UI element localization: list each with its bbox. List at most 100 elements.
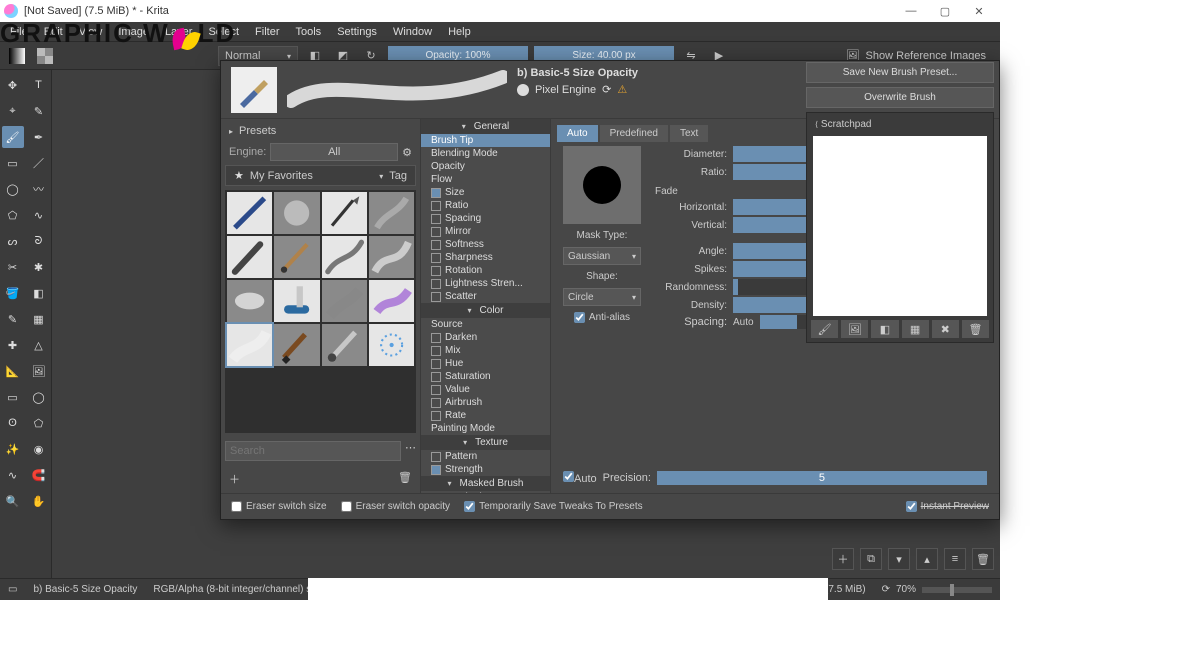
document-canvas[interactable] <box>308 578 828 642</box>
menu-select[interactable]: Select <box>200 24 247 40</box>
status-rotate-icon[interactable]: ⟳ <box>882 584 890 595</box>
tree-airbrush[interactable]: Airbrush <box>421 396 550 409</box>
overwrite-brush-button[interactable]: Overwrite Brush <box>806 87 994 108</box>
preset-item[interactable] <box>274 280 319 322</box>
rect-select-tool[interactable]: ▭ <box>2 386 24 408</box>
delete-preset-icon[interactable]: 🗑 <box>398 471 412 487</box>
engine-settings-icon[interactable]: ⚙ <box>402 146 412 159</box>
polygon-tool[interactable]: ⬠ <box>2 204 24 226</box>
contiguous-select-tool[interactable]: ✨ <box>2 438 24 460</box>
preset-item[interactable] <box>369 236 414 278</box>
move-up-icon[interactable]: ▴ <box>916 548 938 570</box>
reference-tool[interactable]: 🖼 <box>28 360 50 382</box>
preset-item[interactable] <box>322 324 367 366</box>
preset-item[interactable] <box>227 324 272 366</box>
tree-softness[interactable]: Softness <box>421 238 550 251</box>
tab-predefined[interactable]: Predefined <box>600 125 668 142</box>
window-close-button[interactable]: ✕ <box>962 1 996 21</box>
menu-file[interactable]: File <box>2 24 36 40</box>
tree-mix[interactable]: Mix <box>421 344 550 357</box>
menu-edit[interactable]: Edit <box>36 24 71 40</box>
delete-layer-icon[interactable]: 🗑 <box>972 548 994 570</box>
crop-tool[interactable]: ✂ <box>2 256 24 278</box>
tree-strength[interactable]: Strength <box>421 463 550 476</box>
zoom-slider[interactable] <box>922 587 992 593</box>
preset-item[interactable] <box>369 280 414 322</box>
preset-item[interactable] <box>274 236 319 278</box>
menu-help[interactable]: Help <box>440 24 479 40</box>
scratch-gradient-icon[interactable]: ◧ <box>871 320 898 338</box>
menu-window[interactable]: Window <box>385 24 440 40</box>
window-minimize-button[interactable]: — <box>894 1 928 21</box>
eraser-size-checkbox[interactable]: Eraser switch size <box>231 501 327 512</box>
tree-rotation[interactable]: Rotation <box>421 264 550 277</box>
preset-item[interactable] <box>274 192 319 234</box>
menu-layer[interactable]: Layer <box>157 24 201 40</box>
poly-select-tool[interactable]: ⬠ <box>28 412 50 434</box>
scratchpad-canvas[interactable] <box>813 136 987 316</box>
fill-tool[interactable]: 🪣 <box>2 282 24 304</box>
measure-tool[interactable]: 📐 <box>2 360 24 382</box>
status-selection-icon[interactable]: ▭ <box>8 584 17 595</box>
freehand-brush-tool[interactable]: 🖌 <box>2 126 24 148</box>
freehand-path-tool[interactable]: ᔕ <box>2 230 24 252</box>
edit-shapes-tool[interactable]: ✎ <box>28 100 50 122</box>
preset-item[interactable] <box>227 192 272 234</box>
gradient-swatch-icon[interactable] <box>6 45 28 67</box>
window-maximize-button[interactable]: ▢ <box>928 1 962 21</box>
tree-lightness[interactable]: Lightness Stren... <box>421 277 550 290</box>
bezier-tool[interactable]: ∿ <box>28 204 50 226</box>
tree-rate[interactable]: Rate <box>421 409 550 422</box>
preset-item[interactable] <box>322 192 367 234</box>
tree-size[interactable]: Size <box>421 186 550 199</box>
tree-brush-tip[interactable]: Brush Tip <box>421 134 550 147</box>
tree-value[interactable]: Value <box>421 383 550 396</box>
engine-filter-dropdown[interactable]: All <box>270 143 398 161</box>
tree-sharpness[interactable]: Sharpness <box>421 251 550 264</box>
menu-filter[interactable]: Filter <box>247 24 287 40</box>
freehand-select-tool[interactable]: ʘ <box>2 412 24 434</box>
pattern-swatch-icon[interactable] <box>34 45 56 67</box>
polyline-tool[interactable]: 〰 <box>28 178 50 200</box>
tree-pattern[interactable]: Pattern <box>421 450 550 463</box>
menu-tools[interactable]: Tools <box>288 24 330 40</box>
text-tool[interactable]: T <box>28 74 50 96</box>
smart-patch-tool[interactable]: ✚ <box>2 334 24 356</box>
tab-auto[interactable]: Auto <box>557 125 598 142</box>
brush-preset-thumbnail[interactable] <box>231 67 277 113</box>
pattern-edit-tool[interactable]: ▦ <box>28 308 50 330</box>
dyna-tool[interactable]: ᘐ <box>28 230 50 252</box>
scratch-delete-icon[interactable]: 🗑 <box>962 320 989 338</box>
precision-row[interactable]: Auto Precision: 5 <box>557 469 993 487</box>
precision-auto-checkbox[interactable] <box>563 471 574 482</box>
transform-tool[interactable]: ⌖ <box>2 100 24 122</box>
temp-save-checkbox[interactable]: Temporarily Save Tweaks To Presets <box>464 501 643 512</box>
chevron-right-icon[interactable]: ▸ <box>229 127 233 136</box>
ellipse-tool[interactable]: ◯ <box>2 178 24 200</box>
color-sampler-tool[interactable]: ✎ <box>2 308 24 330</box>
move-down-icon[interactable]: ▾ <box>888 548 910 570</box>
shape-dropdown[interactable]: Circle <box>563 288 641 306</box>
tab-text[interactable]: Text <box>670 125 708 142</box>
tree-painting-mode[interactable]: Painting Mode <box>421 422 550 435</box>
tree-mirror[interactable]: Mirror <box>421 225 550 238</box>
similar-select-tool[interactable]: ◉ <box>28 438 50 460</box>
multibrush-tool[interactable]: ✱ <box>28 256 50 278</box>
tree-blending-mode[interactable]: Blending Mode <box>421 147 550 160</box>
preset-item[interactable] <box>227 280 272 322</box>
rectangle-tool[interactable]: ▭ <box>2 152 24 174</box>
eraser-opacity-checkbox[interactable]: Eraser switch opacity <box>341 501 450 512</box>
bezier-select-tool[interactable]: ∿ <box>2 464 24 486</box>
calligraphy-tool[interactable]: ✒ <box>28 126 50 148</box>
tree-source[interactable]: Source <box>421 318 550 331</box>
ellipse-select-tool[interactable]: ◯ <box>28 386 50 408</box>
new-preset-icon[interactable]: ＋ <box>229 471 240 487</box>
antialias-checkbox[interactable]: Anti-alias <box>574 312 630 323</box>
tree-darken[interactable]: Darken <box>421 331 550 344</box>
tree-ratio[interactable]: Ratio <box>421 199 550 212</box>
pan-tool[interactable]: ✋ <box>28 490 50 512</box>
preset-item[interactable] <box>274 324 319 366</box>
tree-saturation[interactable]: Saturation <box>421 370 550 383</box>
tag-options-icon[interactable]: ⋯ <box>405 441 416 461</box>
scratch-image-icon[interactable]: 🖼 <box>841 320 868 338</box>
